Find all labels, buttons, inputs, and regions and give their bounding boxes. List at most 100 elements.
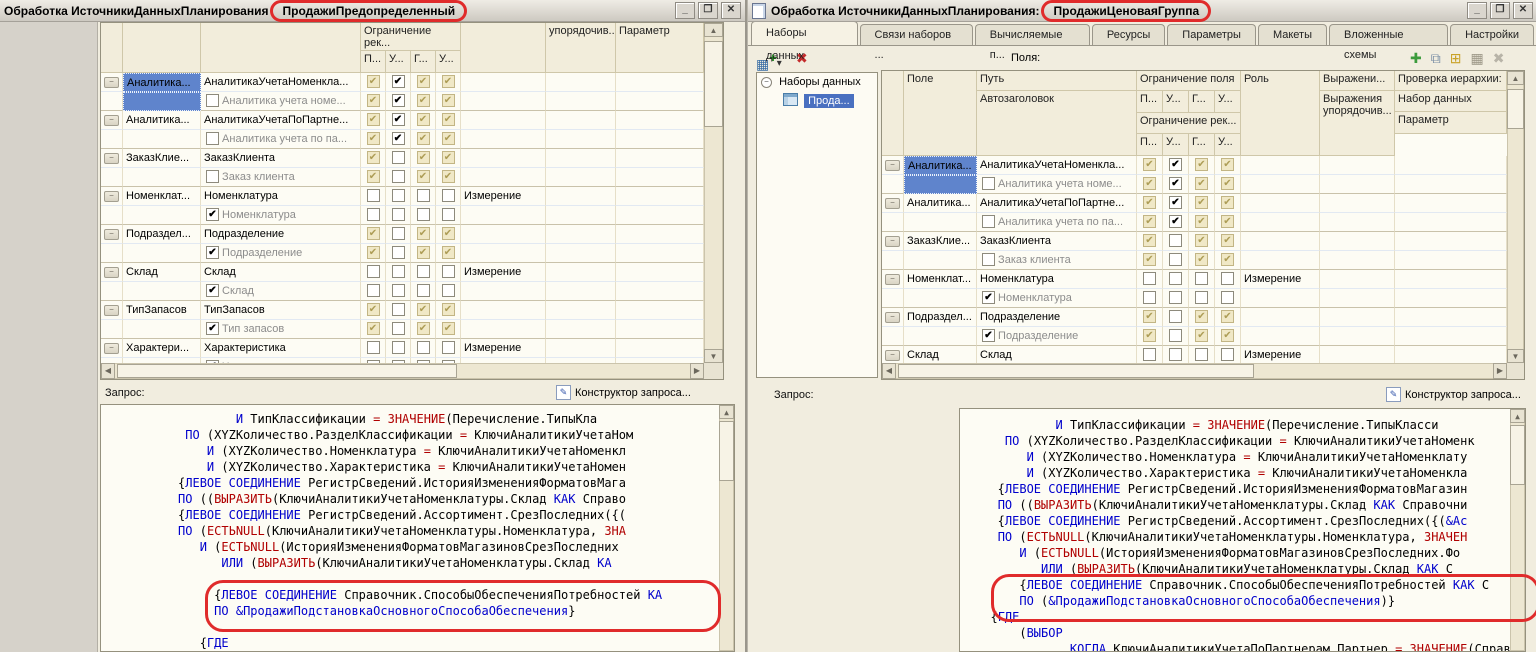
restriction-checkbox-cell[interactable] [1189,270,1215,289]
restriction-checkbox-cell[interactable]: ✔ [386,130,411,149]
field-path-cell[interactable]: АналитикаУчетаПоПартне... [201,111,361,130]
scroll-up-button[interactable]: ▲ [1510,409,1525,423]
row-grip-cell[interactable]: − [101,263,123,282]
restriction-checkbox[interactable] [1169,348,1182,361]
restriction-checkbox[interactable] [367,189,380,202]
table-subrow[interactable]: Аналитика учета по па...✔✔✔✔ [882,213,1507,232]
restriction-checkbox-cell[interactable] [386,187,411,206]
tab-2[interactable]: Связи наборов ... [860,24,973,45]
restriction-checkbox-cell[interactable]: ✔ [1137,213,1163,232]
restriction-checkbox[interactable] [1221,348,1234,361]
minimize-button[interactable]: _ [1467,2,1487,19]
field-name-cell[interactable]: Аналитика... [123,73,201,92]
table-row[interactable]: −Номенклат...НоменклатураИзмерение [101,187,704,206]
restriction-checkbox-cell[interactable]: ✔ [1137,232,1163,251]
collapse-icon[interactable]: − [885,350,900,361]
restriction-checkbox[interactable]: ✔ [367,227,380,240]
table-row[interactable]: −Номенклат...НоменклатураИзмерение [882,270,1507,289]
tree-dataset-item[interactable]: Прода... [783,93,875,107]
row-grip-cell[interactable]: − [101,187,123,206]
add-field-button[interactable]: ✚ [1410,50,1422,66]
restriction-checkbox[interactable]: ✔ [442,170,455,183]
restriction-checkbox-cell[interactable]: ✔ [1215,327,1241,346]
restriction-checkbox-cell[interactable] [1163,289,1189,308]
restriction-checkbox[interactable] [442,341,455,354]
scrollbar-thumb[interactable] [898,364,1254,378]
add-table-button[interactable]: ▦ [1470,50,1483,66]
restriction-checkbox[interactable]: ✔ [442,303,455,316]
restriction-checkbox-cell[interactable]: ✔ [1215,194,1241,213]
restriction-checkbox[interactable] [1169,272,1182,285]
row-grip-cell[interactable]: − [882,156,904,175]
scrollbar-thumb[interactable] [1510,425,1525,485]
auto-header-checkbox[interactable]: ✔ [982,291,995,304]
restriction-checkbox-cell[interactable] [361,187,386,206]
table-subrow[interactable]: Аналитика учета номе...✔✔✔✔ [882,175,1507,194]
collapse-icon[interactable]: − [885,198,900,209]
close-button[interactable]: ✕ [1513,2,1533,19]
restriction-checkbox[interactable]: ✔ [1143,234,1156,247]
restriction-checkbox[interactable]: ✔ [442,94,455,107]
field-path-cell[interactable]: ЗаказКлиента [201,149,361,168]
restriction-checkbox-cell[interactable]: ✔ [361,320,386,339]
scrollbar-thumb[interactable] [704,41,723,127]
restriction-checkbox-cell[interactable]: ✔ [1189,175,1215,194]
restriction-checkbox-cell[interactable]: ✔ [411,244,436,263]
scroll-down-button[interactable]: ▼ [1507,349,1524,363]
collapse-icon[interactable]: − [885,312,900,323]
row-grip-cell[interactable]: − [882,194,904,213]
close-button[interactable]: ✕ [721,2,741,19]
field-path-cell[interactable]: ЗаказКлиента [977,232,1137,251]
restriction-checkbox[interactable]: ✔ [417,170,430,183]
restriction-checkbox-cell[interactable]: ✔ [436,149,461,168]
restriction-checkbox[interactable]: ✔ [392,132,405,145]
restriction-checkbox[interactable]: ✔ [442,246,455,259]
table-row[interactable]: −Подраздел...Подразделение✔✔✔ [882,308,1507,327]
restriction-checkbox-cell[interactable] [1163,251,1189,270]
field-path-cell[interactable]: Характеристика [201,339,361,358]
table-subrow[interactable]: ✔ Подразделение✔✔✔ [882,327,1507,346]
field-name-cell[interactable]: Номенклат... [123,187,201,206]
field-name-cell[interactable]: Подраздел... [904,308,977,327]
restriction-checkbox[interactable]: ✔ [1221,215,1234,228]
field-path-cell[interactable]: АналитикаУчетаНоменкла... [977,156,1137,175]
restriction-checkbox-cell[interactable]: ✔ [1215,213,1241,232]
delete-field-button[interactable]: ✖ [1493,50,1505,66]
auto-header-cell[interactable]: ✔ Подразделение [201,244,361,263]
maximize-button[interactable]: ❐ [698,2,718,19]
auto-header-checkbox[interactable] [206,132,219,145]
auto-header-cell[interactable]: ✔ Номенклатура [201,206,361,225]
restriction-checkbox-cell[interactable] [411,206,436,225]
restriction-checkbox[interactable]: ✔ [442,75,455,88]
restriction-checkbox-cell[interactable] [1189,289,1215,308]
restriction-checkbox-cell[interactable]: ✔ [411,320,436,339]
restriction-checkbox-cell[interactable]: ✔ [1215,232,1241,251]
restriction-checkbox-cell[interactable]: ✔ [1137,175,1163,194]
auto-header-checkbox[interactable] [982,177,995,190]
row-grip-cell[interactable]: − [101,225,123,244]
restriction-checkbox-cell[interactable]: ✔ [411,225,436,244]
table-row[interactable]: −Аналитика...АналитикаУчетаНоменкла...✔✔… [882,156,1507,175]
restriction-checkbox[interactable]: ✔ [367,132,380,145]
restriction-checkbox-cell[interactable] [361,339,386,358]
row-grip-cell[interactable]: − [882,232,904,251]
restriction-checkbox[interactable]: ✔ [392,75,405,88]
restriction-checkbox-cell[interactable] [386,320,411,339]
restriction-checkbox-cell[interactable]: ✔ [1189,232,1215,251]
add-folder-button[interactable]: ⊞ [1450,50,1462,66]
restriction-checkbox-cell[interactable]: ✔ [386,111,411,130]
restriction-checkbox[interactable]: ✔ [417,132,430,145]
restriction-checkbox-cell[interactable]: ✔ [436,73,461,92]
restriction-checkbox[interactable] [392,208,405,221]
restriction-checkbox-cell[interactable]: ✔ [361,168,386,187]
restriction-checkbox[interactable] [417,265,430,278]
field-path-cell[interactable]: Подразделение [977,308,1137,327]
restriction-checkbox-cell[interactable] [411,263,436,282]
auto-header-checkbox[interactable] [206,94,219,107]
restriction-checkbox[interactable]: ✔ [417,113,430,126]
restriction-checkbox-cell[interactable]: ✔ [436,111,461,130]
restriction-checkbox-cell[interactable] [386,301,411,320]
restriction-checkbox[interactable]: ✔ [1221,177,1234,190]
table-row[interactable]: −Аналитика...АналитикаУчетаПоПартне...✔✔… [101,111,704,130]
tab-4[interactable]: Ресурсы [1092,24,1165,45]
